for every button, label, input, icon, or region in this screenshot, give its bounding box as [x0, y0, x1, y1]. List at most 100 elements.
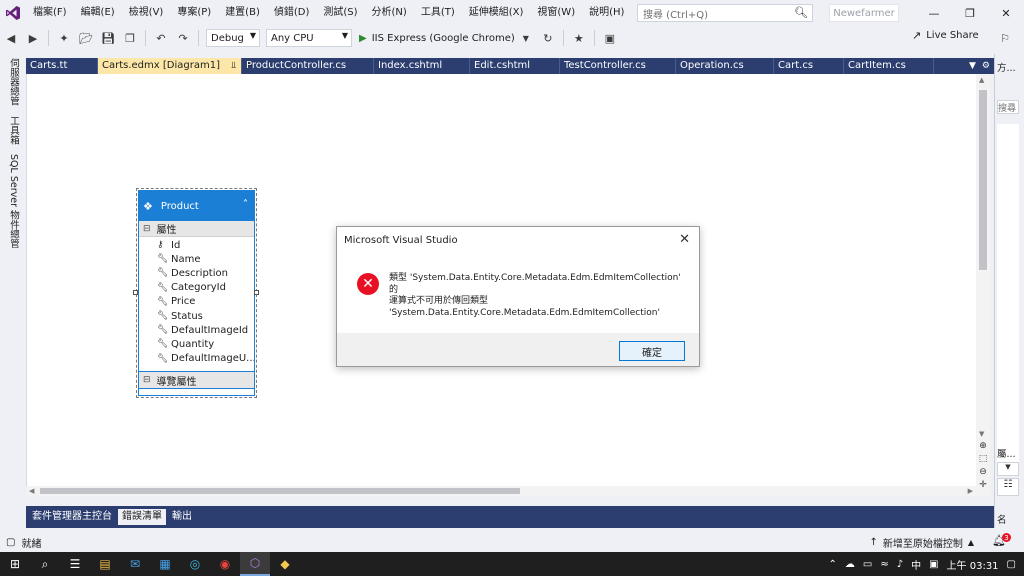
zoom-fit-icon[interactable]: ⬚ [979, 453, 988, 466]
entity-property[interactable]: 🔧︎ Status [139, 309, 254, 323]
action-center-icon[interactable]: ▢ [1007, 559, 1016, 570]
volume-icon[interactable]: ♪ [897, 559, 903, 570]
scroll-up-icon[interactable]: ▲ [979, 76, 984, 84]
entity-property[interactable]: 🔧︎ DefaultImageId [139, 323, 254, 337]
properties-object-select[interactable]: ▼ [997, 462, 1019, 476]
entity-product[interactable]: ❖ Product ˄ ⊟ 屬性 ⚷ Id 🔧︎ Name 🔧︎ Descriptio… [136, 188, 257, 398]
categorized-icon[interactable]: ☷ [997, 478, 1019, 496]
collapse-icon[interactable]: ˄ [243, 199, 248, 210]
pan-icon[interactable]: ✛ [979, 479, 987, 492]
tab-cart-cs[interactable]: Cart.cs [774, 58, 844, 74]
menu-view[interactable]: 檢視(V) [122, 0, 171, 26]
ime-indicator[interactable]: 中 [911, 557, 921, 572]
save-all-icon[interactable]: ❐ [121, 29, 139, 47]
tab-list-icon[interactable]: ▼ [969, 61, 976, 71]
navigate-forward-icon[interactable]: ▶ [24, 29, 42, 47]
server-explorer-tab[interactable]: 伺服器總管 [6, 58, 20, 106]
save-icon[interactable]: 💾︎ [99, 29, 117, 47]
menu-project[interactable]: 專案(P) [170, 0, 218, 26]
tab-productcontroller-cs[interactable]: ProductController.cs [242, 58, 374, 74]
solution-tree[interactable] [997, 124, 1019, 464]
edge-browser-icon[interactable]: ◎ [180, 552, 210, 576]
scroll-right-icon[interactable]: ▶ [968, 486, 973, 496]
notification-bell-icon[interactable]: 🔔︎ 3 [992, 533, 1011, 547]
properties-tab[interactable]: 屬... [997, 446, 1023, 460]
tab-edit-cshtml[interactable]: Edit.cshtml [470, 58, 560, 74]
pin-icon[interactable]: ⫫ [231, 61, 236, 71]
search-icon[interactable]: ⌕ [30, 552, 60, 576]
menu-build[interactable]: 建置(B) [218, 0, 267, 26]
zoom-in-icon[interactable]: ⊕ [979, 440, 987, 453]
browser-link-icon[interactable]: ★ [570, 29, 588, 47]
windows-start-icon[interactable]: ⊞ [0, 552, 30, 576]
screenshot-icon[interactable]: ▣ [601, 29, 619, 47]
redo-icon[interactable]: ↷ [174, 29, 192, 47]
menu-file[interactable]: 檔案(F) [26, 0, 74, 26]
python-icon[interactable]: ◆ [270, 552, 300, 576]
clock[interactable]: 上午 03:31 [947, 557, 999, 572]
ime-mode-icon[interactable]: ▣ [929, 559, 938, 570]
scrollbar-thumb[interactable] [979, 90, 987, 270]
navigate-back-icon[interactable]: ◀ [2, 29, 20, 47]
close-dialog-icon[interactable]: ✕ [679, 232, 690, 247]
visual-studio-icon[interactable]: ⬡ [240, 552, 270, 576]
search-icon[interactable]: 🔍︎ [794, 6, 808, 19]
scrollbar-thumb[interactable] [40, 488, 520, 494]
menu-extensions[interactable]: 延伸模組(X) [462, 0, 531, 26]
chrome-browser-icon[interactable]: ◉ [210, 552, 240, 576]
scroll-left-icon[interactable]: ◀ [29, 486, 34, 496]
properties-section-header[interactable]: ⊟ 屬性 [139, 221, 254, 237]
live-share-button[interactable]: ↗ Live Share [912, 29, 979, 42]
horizontal-scrollbar[interactable]: ◀ ▶ [26, 486, 976, 496]
refresh-icon[interactable]: ↻ [539, 29, 557, 47]
entity-property[interactable]: 🔧︎ Description [139, 266, 254, 280]
task-view-icon[interactable]: ☰ [60, 552, 90, 576]
tab-testcontroller-cs[interactable]: TestController.cs [560, 58, 676, 74]
search-input[interactable]: 搜尋 (Ctrl+Q) 🔍︎ [637, 4, 813, 22]
source-control-button[interactable]: ↑ 新增至原始檔控制 ▲ [869, 532, 974, 552]
menu-window[interactable]: 視窗(W) [530, 0, 582, 26]
settings-icon[interactable]: ⚙ [982, 61, 990, 71]
entity-property[interactable]: 🔧︎ Quantity [139, 337, 254, 351]
tab-package-manager-console[interactable]: 套件管理器主控台 [28, 509, 116, 525]
menu-debug[interactable]: 偵錯(D) [267, 0, 317, 26]
menu-tools[interactable]: 工具(T) [414, 0, 462, 26]
cloud-icon[interactable]: ☁ [845, 559, 855, 570]
undo-icon[interactable]: ↶ [152, 29, 170, 47]
chevron-up-icon[interactable]: ⌃ [828, 559, 836, 570]
entity-property[interactable]: 🔧︎ Name [139, 252, 254, 266]
minimize-icon[interactable]: — [916, 0, 952, 26]
tab-output[interactable]: 輸出 [168, 509, 196, 525]
menu-analyze[interactable]: 分析(N) [365, 0, 414, 26]
resize-handle[interactable] [133, 290, 138, 295]
chevron-down-icon[interactable]: ▼ [517, 29, 535, 47]
user-account[interactable]: Newefarmer [829, 4, 899, 22]
close-window-icon[interactable]: ✕ [988, 0, 1024, 26]
menu-test[interactable]: 測試(S) [316, 0, 364, 26]
config-select[interactable]: Debug ▼ [206, 29, 260, 47]
new-project-icon[interactable]: ✦ [55, 29, 73, 47]
scroll-down-icon[interactable]: ▼ [979, 430, 984, 438]
run-button[interactable]: ▶ IIS Express (Google Chrome) [359, 33, 515, 44]
tab-carts-edmx[interactable]: Carts.edmx [Diagram1] ⫫ ✕ [98, 58, 254, 74]
menu-help[interactable]: 說明(H) [582, 0, 631, 26]
navigation-properties-section[interactable]: ⊟ 導覽屬性 [139, 371, 254, 389]
mail-icon[interactable]: ✉ [120, 552, 150, 576]
minus-icon[interactable]: ⊟ [143, 224, 151, 234]
minus-icon[interactable]: ⊟ [143, 375, 151, 385]
file-explorer-icon[interactable]: ▤ [90, 552, 120, 576]
menu-edit[interactable]: 編輯(E) [74, 0, 122, 26]
tab-error-list[interactable]: 錯誤清單 [118, 509, 166, 525]
platform-select[interactable]: Any CPU ▼ [266, 29, 352, 47]
toolbox-tab[interactable]: 工具箱 [6, 116, 20, 145]
calendar-icon[interactable]: ▦ [150, 552, 180, 576]
entity-header[interactable]: ❖ Product ˄ [139, 191, 254, 221]
wifi-icon[interactable]: ≈ [880, 559, 888, 570]
resize-handle[interactable] [254, 290, 259, 295]
vertical-scrollbar[interactable]: ▲ ▼ [976, 74, 990, 440]
sql-server-explorer-tab[interactable]: SQL Server 物件總管 [6, 154, 20, 248]
solution-search-input[interactable]: 搜尋 [997, 100, 1019, 114]
tab-carts-tt[interactable]: Carts.tt [26, 58, 98, 74]
ok-button[interactable]: 確定 [619, 341, 685, 361]
tab-operation-cs[interactable]: Operation.cs [676, 58, 774, 74]
